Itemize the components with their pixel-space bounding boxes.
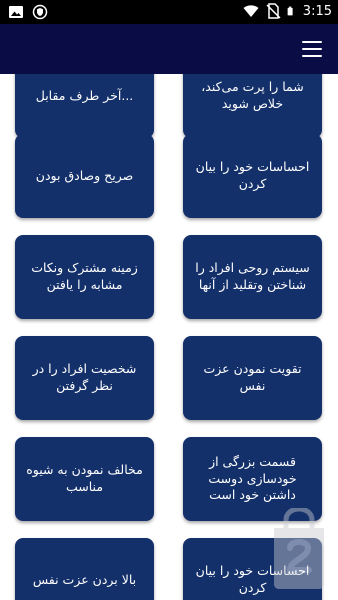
topic-card[interactable]: صریح وصادق بودن	[15, 134, 154, 218]
topic-card[interactable]: سیستم روحی افراد را شناختن وتقلید از آنه…	[183, 235, 322, 319]
topic-card-label: شما را پرت می‌کند، خلاص شوید	[201, 79, 304, 111]
app-bar	[0, 24, 338, 74]
topic-card[interactable]: احساسات خود را بیان کردن	[183, 134, 322, 218]
topic-card[interactable]: ...آخر طرف مقابل	[15, 74, 154, 138]
no-sim-icon	[266, 3, 281, 19]
system-icons: 3:15	[243, 3, 332, 19]
topic-card-label: قسمت بزرگی از خودسازی دوست داشتن خود است	[208, 453, 297, 503]
battery-icon	[287, 6, 293, 16]
topic-card-label: بالا بردن عزت نفس	[32, 571, 137, 587]
wifi-icon	[243, 5, 259, 17]
status-bar: 3:15	[0, 0, 338, 24]
image-icon	[9, 6, 23, 18]
topic-grid: شما را پرت می‌کند، خلاص شوید ...آخر طرف …	[0, 74, 338, 600]
topic-card[interactable]: شما را پرت می‌کند، خلاص شوید	[183, 74, 322, 138]
topic-card[interactable]: بالا بردن عزت نفس	[15, 538, 154, 600]
topic-card[interactable]: مخالف نمودن به شیوه مناسب	[15, 437, 154, 521]
hamburger-menu-icon[interactable]	[302, 39, 322, 59]
topic-card-label: مخالف نمودن به شیوه مناسب	[26, 462, 143, 494]
topic-card[interactable]: زمینه مشترک ونکات مشابه را یافتن	[15, 235, 154, 319]
topic-card-label: احساسات خود را بیان کردن	[195, 159, 310, 191]
clock: 3:15	[302, 3, 332, 19]
topic-card-label: سیستم روحی افراد را شناختن وتقلید از آنه…	[195, 260, 310, 292]
topic-card-label: تقویت نمودن عزت نفس	[203, 361, 302, 393]
notification-icons	[8, 4, 48, 20]
topic-card-label: زمینه مشترک ونکات مشابه را یافتن	[31, 260, 138, 292]
topic-card[interactable]: شخصیت افراد را در نظر گرفتن	[15, 336, 154, 420]
store-watermark-icon	[274, 508, 324, 589]
shield-icon	[32, 4, 48, 20]
topic-card[interactable]: تقویت نمودن عزت نفس	[183, 336, 322, 420]
topic-card-label: صریح وصادق بودن	[35, 167, 134, 183]
topic-card-label: شخصیت افراد را در نظر گرفتن	[32, 361, 137, 393]
topic-card-label: ...آخر طرف مقابل	[35, 87, 134, 103]
